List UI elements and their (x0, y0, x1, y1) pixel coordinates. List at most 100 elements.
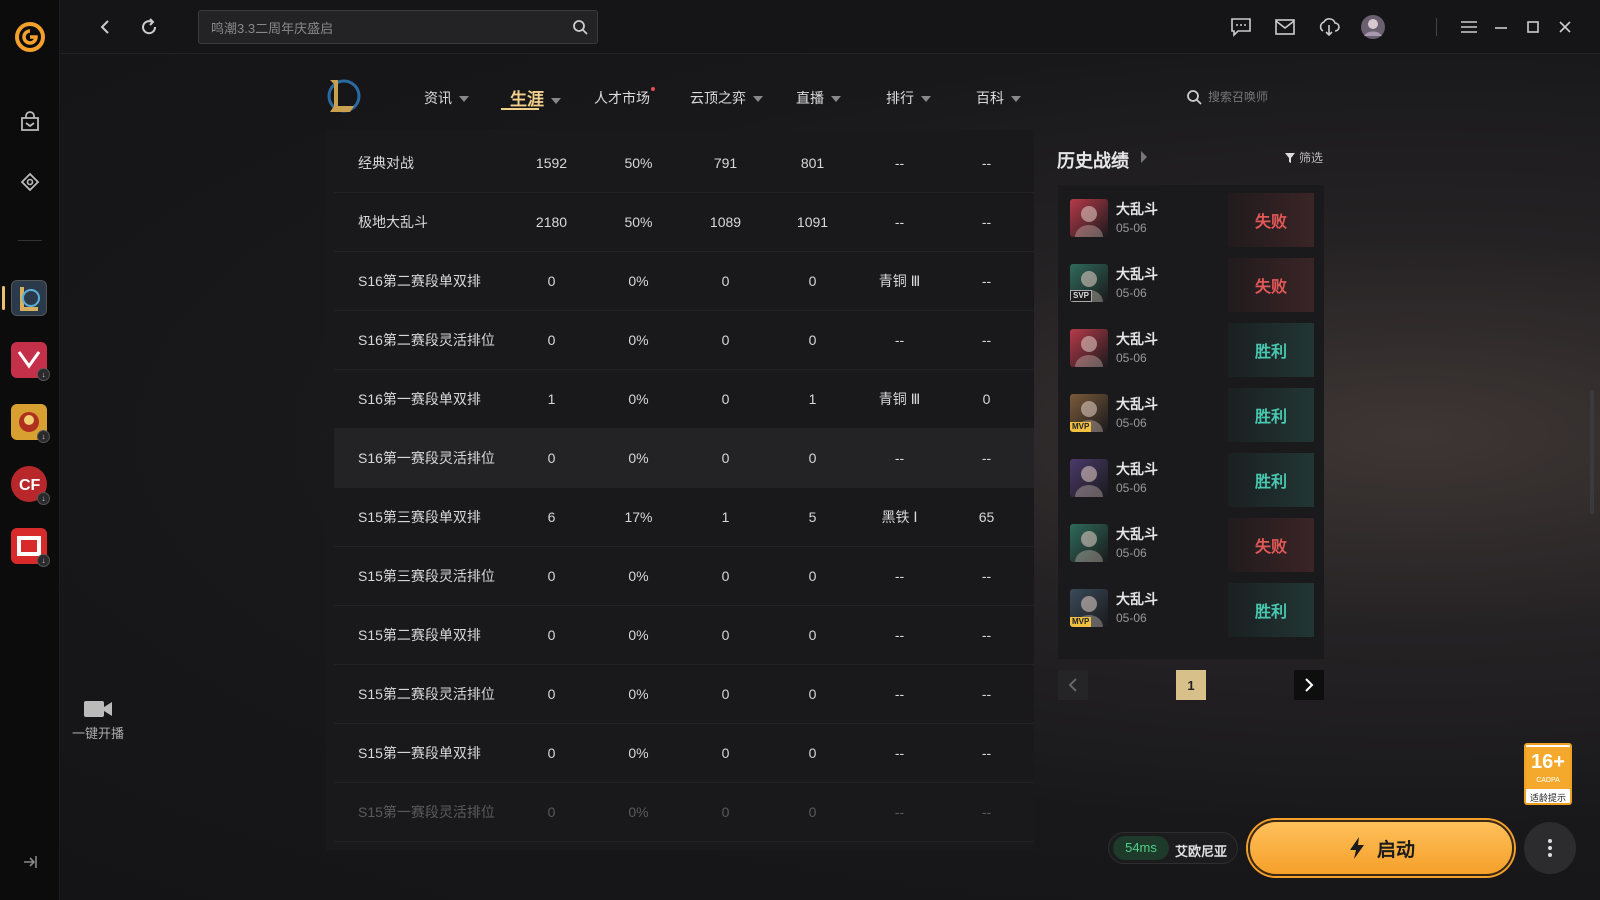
more-options-button[interactable] (1524, 822, 1576, 874)
table-row[interactable]: S15第三赛段灵活排位 0 0% 0 0 -- -- (334, 547, 1034, 606)
table-row[interactable]: S16第一赛段灵活排位 0 0% 0 0 -- -- (334, 429, 1034, 488)
table-row[interactable]: 经典对战 1592 50% 791 801 -- -- (334, 134, 1034, 193)
nav-live[interactable]: 直播 (796, 88, 841, 108)
cell-losses: 0 (808, 627, 817, 643)
refresh-icon[interactable] (134, 12, 164, 42)
search-icon[interactable] (571, 18, 589, 36)
stats-table: 经典对战 1592 50% 791 801 -- -- 极地大乱斗 2180 50% 1089 109… (326, 130, 1034, 850)
chevron-down-icon (831, 96, 841, 103)
table-row[interactable]: S15第一赛段灵活排位 0 0% 0 0 -- -- (334, 783, 1034, 842)
table-row[interactable]: S16第二赛段单双排 0 0% 0 0 青铜 Ⅲ -- (334, 252, 1034, 311)
match-item[interactable]: 大乱斗 05-06 胜利 (1058, 317, 1324, 379)
cell-rank: -- (894, 627, 905, 643)
next-page-button[interactable] (1294, 670, 1324, 700)
match-item[interactable]: MVP 大乱斗 05-06 胜利 (1058, 382, 1324, 444)
game-crossfire-icon[interactable]: CF ↓ (11, 466, 50, 505)
filter-button[interactable]: 筛选 (1284, 149, 1323, 166)
server-selector[interactable]: 54ms 艾欧尼亚 (1108, 832, 1238, 864)
champion-avatar: SVP (1070, 264, 1108, 302)
cell-mode: S15第二赛段单双排 (358, 627, 481, 643)
cell-games: 2180 (535, 214, 568, 230)
table-row[interactable]: S16第一赛段单双排 1 0% 0 1 青铜 Ⅲ 0 (334, 370, 1034, 429)
match-item[interactable]: 大乱斗 05-06 胜利 (1058, 447, 1324, 509)
table-row[interactable]: S15第三赛段单双排 6 17% 1 5 黑铁 Ⅰ 65 (334, 488, 1034, 547)
history-list: 大乱斗 05-06 失败 SVP 大乱斗 05-06 失败 大乱斗 05-06 胜利 MVP 大乱斗 0… (1058, 185, 1324, 659)
nav-ranking[interactable]: 排行 (886, 88, 931, 108)
cell-games: 0 (547, 627, 556, 643)
game-nav: 资讯 生涯 人才市场 云顶之弈 直播 排行 百科 搜索召唤师 (320, 72, 1320, 124)
game-ni-icon[interactable]: ↓ (11, 528, 50, 567)
match-item[interactable]: SVP 大乱斗 05-06 失败 (1058, 252, 1324, 314)
minimize-icon[interactable] (1486, 12, 1516, 42)
cell-winrate: 0% (628, 391, 649, 407)
match-date: 05-06 (1116, 611, 1147, 625)
cell-rank: -- (894, 568, 905, 584)
back-icon[interactable] (90, 12, 120, 42)
user-avatar[interactable] (1358, 12, 1388, 42)
maximize-icon[interactable] (1518, 12, 1548, 42)
game-valorant-icon[interactable]: ↓ (11, 342, 50, 381)
age-rating-badge[interactable]: 16+ CADPA 适龄提示 (1524, 743, 1572, 805)
history-title[interactable]: 历史战绩 (1057, 147, 1129, 173)
notification-dot (651, 87, 655, 91)
cell-mode: S16第二赛段灵活排位 (358, 332, 495, 348)
cell-winrate: 0% (628, 273, 649, 289)
match-result: 胜利 (1228, 388, 1314, 442)
menu-icon[interactable] (1454, 12, 1484, 42)
cell-points: -- (981, 804, 992, 820)
mail-icon[interactable] (1270, 12, 1300, 42)
one-click-live-button[interactable]: 一键开播 (66, 698, 130, 742)
match-item[interactable]: 大乱斗 05-06 失败 (1058, 512, 1324, 574)
nav-career[interactable]: 生涯 (510, 85, 561, 110)
table-row[interactable]: S16第二赛段灵活排位 0 0% 0 0 -- -- (334, 311, 1034, 370)
cell-wins: 0 (721, 450, 730, 466)
nav-talent-market[interactable]: 人才市场 (594, 87, 655, 108)
cell-games: 0 (547, 745, 556, 761)
launch-button[interactable]: 启动 (1248, 820, 1514, 876)
global-search (198, 10, 598, 44)
table-row[interactable]: 极地大乱斗 2180 50% 1089 1091 -- -- (334, 193, 1034, 252)
game-lol-icon[interactable] (11, 280, 47, 316)
cell-losses: 5 (808, 509, 817, 525)
cell-rank: -- (894, 450, 905, 466)
discover-tag-icon[interactable] (14, 166, 46, 198)
chat-icon[interactable] (1226, 12, 1256, 42)
nav-wiki[interactable]: 百科 (976, 88, 1021, 108)
page-scrollbar[interactable] (1590, 390, 1594, 514)
cell-winrate: 0% (628, 804, 649, 820)
download-manager-icon[interactable] (1314, 12, 1344, 42)
match-item[interactable]: MVP 大乱斗 05-06 胜利 (1058, 577, 1324, 639)
table-row[interactable]: S15第二赛段单双排 0 0% 0 0 -- -- (334, 606, 1034, 665)
cell-games: 0 (547, 804, 556, 820)
cell-games: 6 (547, 509, 556, 525)
close-icon[interactable] (1550, 12, 1580, 42)
chevron-down-icon (753, 96, 763, 103)
nav-news[interactable]: 资讯 (424, 88, 469, 108)
app-logo-icon[interactable] (13, 20, 47, 54)
page-number-button[interactable]: 1 (1176, 670, 1206, 700)
cell-winrate: 17% (624, 509, 653, 525)
nav-tft[interactable]: 云顶之弈 (690, 88, 763, 108)
top-bar (60, 0, 1600, 54)
cell-losses: 0 (808, 332, 817, 348)
cell-mode: S15第三赛段单双排 (358, 509, 481, 525)
chevron-down-icon (1011, 96, 1021, 103)
expand-rail-icon[interactable] (20, 852, 40, 872)
match-result: 胜利 (1228, 453, 1314, 507)
chevron-right-icon[interactable] (1141, 151, 1147, 163)
lol-logo-icon[interactable] (320, 74, 364, 118)
cell-games: 1592 (535, 155, 568, 171)
table-row[interactable]: S15第二赛段灵活排位 0 0% 0 0 -- -- (334, 665, 1034, 724)
table-row[interactable]: S15第一赛段单双排 0 0% 0 0 -- -- (334, 724, 1034, 783)
game-tft-icon[interactable]: ↓ (11, 404, 50, 443)
prev-page-button[interactable] (1058, 670, 1088, 700)
champion-avatar (1070, 199, 1108, 237)
download-badge-icon: ↓ (37, 430, 50, 443)
champion-avatar (1070, 329, 1108, 367)
summoner-search[interactable]: 搜索召唤师 (1186, 88, 1268, 105)
match-result: 胜利 (1228, 583, 1314, 637)
global-search-input[interactable] (199, 11, 549, 43)
store-bag-icon[interactable] (14, 106, 46, 138)
match-mode: 大乱斗 (1116, 526, 1158, 542)
match-item[interactable]: 大乱斗 05-06 失败 (1058, 187, 1324, 249)
